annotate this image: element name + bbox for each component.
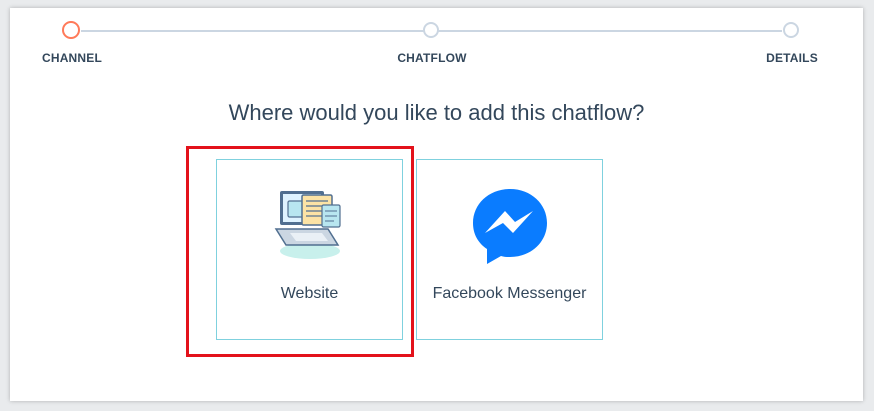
step-chatflow-label: CHATFLOW [397, 51, 467, 65]
page-title: Where would you like to add this chatflo… [228, 100, 645, 125]
step-details-label: DETAILS [766, 51, 818, 65]
website-laptop-icon [274, 191, 341, 259]
step-chatflow-dot [423, 22, 439, 38]
chatflow-wizard-panel: CHANNEL CHATFLOW DETAILS Where would you… [10, 8, 863, 401]
step-channel-dot [62, 21, 80, 39]
website-option-label: Website [280, 285, 339, 302]
website-option-card[interactable]: Website [216, 159, 403, 340]
facebook-messenger-option-card[interactable]: Facebook Messenger [416, 159, 603, 340]
facebook-messenger-icon [473, 189, 547, 264]
step-channel-label: CHANNEL [41, 51, 103, 65]
facebook-messenger-option-label: Facebook Messenger [432, 285, 587, 302]
step-details-dot [783, 22, 799, 38]
